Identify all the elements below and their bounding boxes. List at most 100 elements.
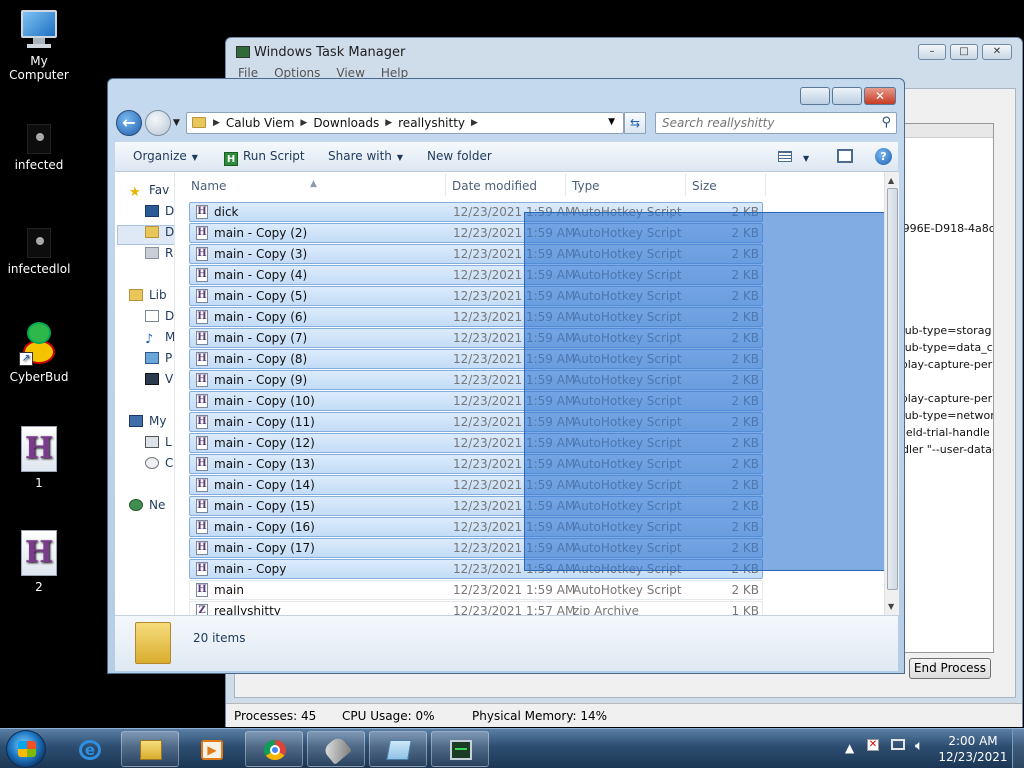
rocket-app-icon — [322, 735, 352, 765]
file-list[interactable]: ▲ Name Date modified Type Size Hdick 12/2… — [175, 172, 899, 615]
nav-desktop[interactable]: D — [145, 204, 174, 218]
nav-label: R — [165, 246, 174, 260]
nav-pictures[interactable]: P — [145, 351, 172, 365]
desktop-icon-cyberbud[interactable]: ↗ CyberBud — [0, 322, 78, 384]
nav-documents[interactable]: D — [145, 309, 174, 323]
scroll-up-arrow-icon[interactable]: ▲ — [888, 176, 894, 185]
breadcrumb-separator-icon[interactable]: ▶ — [385, 116, 392, 131]
libraries-icon — [129, 289, 143, 301]
end-process-button[interactable]: End Process — [909, 658, 991, 679]
search-icon[interactable]: ⚲ — [881, 115, 891, 130]
file-row[interactable]: Zreallyshitty 12/23/2021 1:57 AM zip Archi… — [189, 601, 763, 615]
desktop-icon-2[interactable]: H 2 — [0, 530, 78, 594]
breadcrumb-separator-icon[interactable]: ▶ — [471, 116, 478, 131]
internet-explorer-icon: e — [79, 740, 101, 760]
system-clock[interactable]: 2:00 AM 12/23/2021 — [934, 733, 1012, 765]
breadcrumb-downloads[interactable]: Downloads — [313, 116, 379, 131]
change-view-icon[interactable] — [778, 151, 792, 162]
column-name[interactable]: Name — [191, 179, 226, 193]
cpu-usage: CPU Usage: 0% — [342, 709, 435, 723]
nav-network[interactable]: Ne — [129, 498, 165, 512]
nav-recent-places[interactable]: R — [145, 246, 173, 260]
file-name: main - Copy (4) — [214, 268, 308, 282]
clock-time: 2:00 AM — [948, 734, 998, 748]
nav-computer[interactable]: My — [129, 414, 166, 428]
forward-button[interactable] — [145, 110, 171, 136]
close-button[interactable]: ✕ — [864, 87, 896, 105]
close-button[interactable]: ✕ — [982, 44, 1012, 60]
share-with-button[interactable]: Share with ▼ — [328, 149, 403, 163]
nav-local-disk[interactable]: L — [145, 435, 172, 449]
organize-label: Organize — [133, 149, 187, 163]
scrollbar-thumb[interactable] — [887, 188, 898, 590]
search-input[interactable] — [662, 116, 872, 130]
preview-pane-icon[interactable] — [837, 149, 853, 163]
taskbar-windows-explorer[interactable] — [121, 731, 179, 767]
maximize-button[interactable]: □ — [950, 44, 978, 60]
breadcrumb-calub-viem[interactable]: Calub Viem — [226, 116, 294, 131]
file-row[interactable]: Hmain 12/23/2021 1:59 AM AutoHotkey Script… — [189, 580, 763, 600]
back-button[interactable]: ← — [116, 110, 142, 136]
volume-icon[interactable]: 🔈︎ — [915, 738, 923, 768]
refresh-button[interactable]: ⇆ — [624, 112, 646, 134]
desktop-icon-my-computer[interactable]: My Computer — [0, 10, 78, 82]
run-script-button[interactable]: H Run Script — [224, 149, 305, 166]
help-icon[interactable]: ? — [875, 148, 892, 165]
breadcrumb-separator-icon[interactable]: ▶ — [300, 116, 307, 131]
autohotkey-script-icon: H — [196, 226, 208, 240]
nav-videos[interactable]: V — [145, 372, 173, 386]
desktop-icon-infectedlol[interactable]: infectedlol — [0, 228, 78, 276]
autohotkey-script-icon: H — [21, 426, 57, 472]
nav-libraries[interactable]: Lib — [129, 288, 167, 302]
item-count: 20 items — [193, 631, 246, 645]
column-date-modified[interactable]: Date modified — [452, 179, 537, 193]
show-desktop-button[interactable] — [1012, 729, 1024, 768]
column-type[interactable]: Type — [572, 179, 600, 193]
nav-label: D — [165, 204, 175, 218]
zip-archive-icon: Z — [196, 604, 208, 615]
desktop-icon-infected[interactable]: infected — [0, 124, 78, 172]
process-list-header — [893, 124, 993, 138]
downloads-folder-icon — [145, 226, 159, 238]
process-cmdline: -sub-type=data_c — [895, 341, 993, 354]
new-folder-button[interactable]: New folder — [427, 149, 492, 163]
nav-label: Fav — [149, 183, 170, 197]
file-name: main - Copy (8) — [214, 352, 308, 366]
taskbar-task-manager[interactable] — [431, 731, 489, 767]
address-history-dropdown-icon[interactable]: ▼ — [608, 117, 615, 127]
minimize-button[interactable]: – — [918, 44, 946, 60]
nav-favorites[interactable]: ★ Fav — [129, 183, 170, 200]
explorer-window[interactable]: ✕ ← ▼ ▶ Calub Viem ▶ Downloads ▶ reallys… — [107, 78, 905, 674]
autohotkey-script-icon: H — [196, 373, 208, 387]
taskbar-internet-explorer[interactable]: e — [60, 731, 118, 767]
recent-pages-chevron-icon[interactable]: ▼ — [173, 118, 180, 128]
view-options-chevron-icon[interactable]: ▼ — [803, 150, 809, 164]
organize-button[interactable]: Organize ▼ — [133, 149, 198, 163]
nav-cd-drive[interactable]: C — [145, 456, 173, 470]
breadcrumb-reallyshitty[interactable]: reallyshitty — [398, 116, 465, 131]
address-bar[interactable]: ▶ Calub Viem ▶ Downloads ▶ reallyshitty … — [186, 112, 624, 134]
breadcrumb-separator-icon[interactable]: ▶ — [213, 116, 220, 131]
music-icon: ♪ — [145, 332, 154, 347]
taskbar-chrome[interactable] — [245, 731, 303, 767]
autohotkey-script-icon: H — [196, 289, 208, 303]
vertical-scrollbar[interactable]: ▲ ▼ — [884, 172, 899, 615]
show-hidden-icons-chevron[interactable]: ▲ — [845, 741, 854, 768]
desktop-icon-1[interactable]: H 1 — [0, 426, 78, 490]
nav-music[interactable]: ♪ M — [145, 330, 174, 347]
search-box[interactable]: ⚲ — [655, 112, 897, 134]
taskbar-rocket-app[interactable] — [307, 731, 365, 767]
taskbar-media-player[interactable]: ▶ — [182, 731, 240, 767]
minimize-button[interactable] — [800, 87, 830, 105]
column-size[interactable]: Size — [692, 179, 717, 193]
maximize-button[interactable] — [832, 87, 862, 105]
taskbar-notepad[interactable] — [369, 731, 427, 767]
file-name: main — [214, 583, 244, 597]
nav-label: Ne — [149, 498, 166, 512]
start-button[interactable] — [6, 730, 46, 768]
action-center-flag-icon[interactable]: ✕ — [867, 739, 883, 755]
nav-downloads[interactable]: D — [145, 225, 174, 239]
process-list[interactable]: C996E-D918-4a8c -sub-type=storag -sub-ty… — [892, 123, 994, 653]
scroll-down-arrow-icon[interactable]: ▼ — [888, 602, 894, 611]
network-icon[interactable] — [891, 739, 907, 755]
